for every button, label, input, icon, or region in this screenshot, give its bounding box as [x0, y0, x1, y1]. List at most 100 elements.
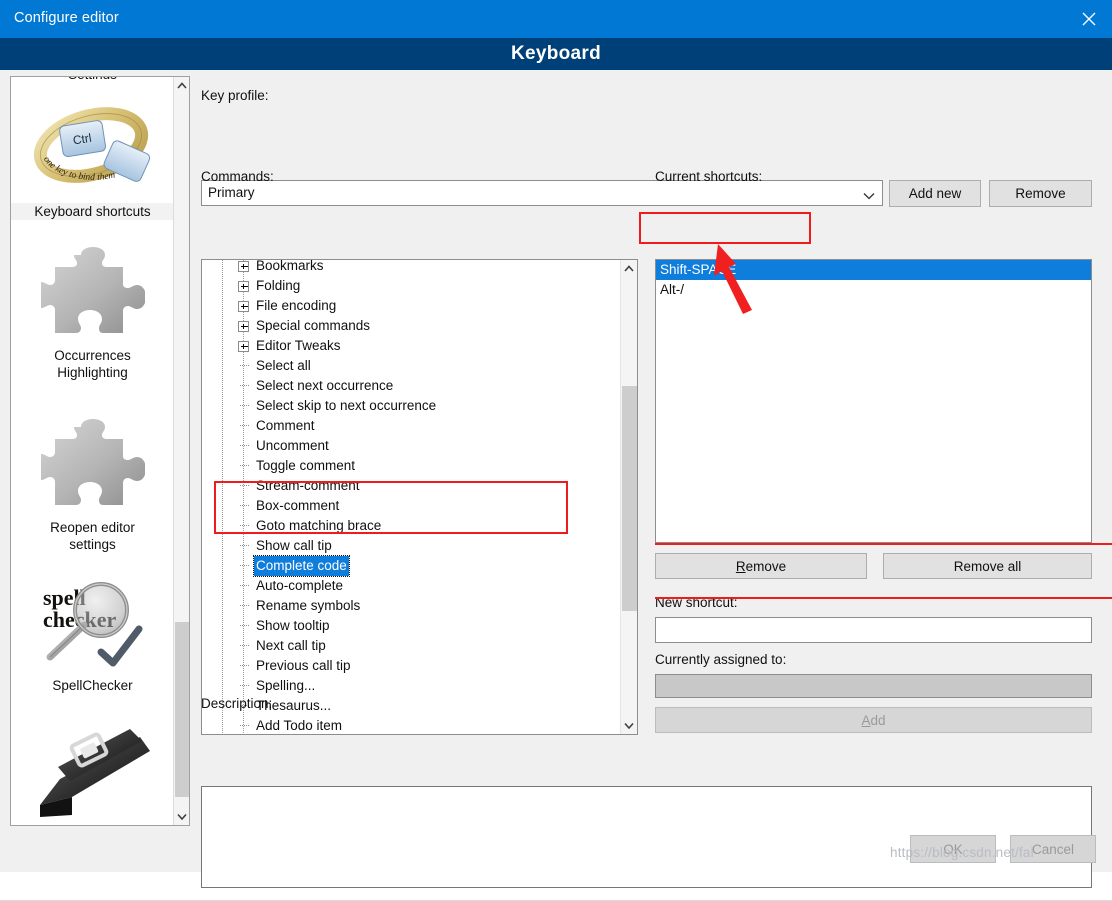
tree-item[interactable]: Select next occurrence	[202, 376, 622, 396]
tree-item-label: Spelling...	[256, 678, 316, 693]
commands-tree-scrollbar[interactable]	[620, 260, 637, 734]
ok-button[interactable]: OK	[910, 835, 996, 863]
tree-item[interactable]: Special commands	[202, 316, 622, 336]
sidebar-scrollbar[interactable]	[173, 77, 189, 825]
tree-item-label: Show call tip	[256, 538, 332, 553]
tree-item[interactable]: Select skip to next occurrence	[202, 396, 622, 416]
add-new-profile-button[interactable]: Add new	[889, 180, 981, 207]
tree-leaf-connector-icon	[240, 725, 250, 726]
key-profile-value: Primary	[208, 185, 255, 200]
tree-item[interactable]: Box-comment	[202, 496, 622, 516]
chevron-up-icon[interactable]	[174, 77, 189, 94]
tree-item-label: Uncomment	[256, 438, 329, 453]
close-icon[interactable]	[1066, 0, 1112, 38]
tree-item[interactable]: Spelling...	[202, 676, 622, 696]
chevron-down-glyph	[624, 722, 634, 729]
description-label: Description:	[201, 696, 273, 711]
expand-plus-icon[interactable]	[238, 341, 249, 352]
add-shortcut-button[interactable]: Add	[655, 707, 1092, 733]
chevron-up-glyph	[177, 82, 187, 89]
page-title: Keyboard	[510, 43, 602, 64]
tree-item-label: File encoding	[256, 298, 337, 313]
chevron-down-icon[interactable]	[621, 717, 637, 734]
tree-item[interactable]: Complete code	[202, 555, 622, 577]
tree-item-label: Special commands	[256, 318, 371, 333]
sidebar-item-spellchecker[interactable]: spell checker SpellChecker	[11, 577, 174, 694]
shortcut-list-item[interactable]: Alt-/	[656, 280, 1091, 300]
puzzle-piece-icon	[40, 419, 145, 505]
tree-item-label: Select next occurrence	[256, 378, 394, 393]
tree-item[interactable]: Folding	[202, 276, 622, 296]
remove-mnemonic: R	[735, 558, 746, 574]
sidebar-item-keyboard-shortcuts[interactable]: Ctrl one key to bind them Keyboard short…	[11, 93, 174, 220]
tree-item[interactable]: Comment	[202, 416, 622, 436]
tree-item[interactable]: File encoding	[202, 296, 622, 316]
tree-leaf-connector-icon	[240, 425, 250, 426]
cancel-button[interactable]: Cancel	[1010, 835, 1096, 863]
tree-item[interactable]: Toggle comment	[202, 456, 622, 476]
expand-plus-icon[interactable]	[238, 281, 249, 292]
keyboard-ring-icon: Ctrl one key to bind them	[28, 93, 158, 203]
sidebar-item-stapler[interactable]	[11, 727, 174, 823]
add-rest: dd	[870, 712, 886, 728]
sidebar-item-reopen-editor-settings[interactable]: Reopen editor settings	[11, 419, 174, 553]
sidebar-item-label: Keyboard shortcuts	[11, 203, 174, 220]
page-header-bar: Keyboard	[0, 38, 1112, 70]
tree-leaf-connector-icon	[240, 465, 250, 466]
tree-item[interactable]: Add Todo item	[202, 716, 622, 734]
tree-leaf-connector-icon	[240, 445, 250, 446]
tree-item[interactable]: Editor Tweaks	[202, 336, 622, 356]
remove-profile-button[interactable]: Remove	[989, 180, 1092, 207]
add-mnemonic: A	[861, 712, 871, 728]
shortcut-list-item[interactable]: Shift-SPACE	[656, 260, 1091, 280]
expand-plus-icon[interactable]	[238, 261, 249, 272]
commands-tree-items: Bookmarks Folding File encoding Special com…	[202, 259, 622, 734]
tree-item-label: Select all	[256, 358, 311, 373]
tree-item[interactable]: Uncomment	[202, 436, 622, 456]
scrollbar-thumb[interactable]	[622, 386, 637, 611]
current-shortcuts-list[interactable]: Shift-SPACE Alt-/	[655, 259, 1092, 543]
chevron-down-icon[interactable]	[863, 188, 875, 203]
tree-item-label: Goto matching brace	[256, 518, 382, 533]
key-profile-select[interactable]: Primary	[201, 180, 883, 206]
tree-item-label: Bookmarks	[256, 259, 324, 273]
remove-rest: emove	[745, 558, 787, 574]
commands-label: Commands:	[201, 169, 274, 184]
chevron-down-icon[interactable]	[174, 808, 189, 825]
tree-leaf-connector-icon	[240, 525, 250, 526]
commands-tree[interactable]: Bookmarks Folding File encoding Special com…	[201, 259, 638, 735]
tree-item[interactable]: Goto matching brace	[202, 516, 622, 536]
settings-sidebar[interactable]: Settings	[10, 76, 190, 826]
new-shortcut-input[interactable]	[655, 617, 1092, 643]
scrollbar-thumb[interactable]	[175, 622, 189, 797]
tree-item[interactable]: Show tooltip	[202, 616, 622, 636]
tree-item-label: Select skip to next occurrence	[256, 398, 437, 413]
tree-item[interactable]: Bookmarks	[202, 259, 622, 276]
expand-plus-icon[interactable]	[238, 321, 249, 332]
tree-leaf-connector-icon	[240, 625, 250, 626]
tree-item[interactable]: Rename symbols	[202, 596, 622, 616]
currently-assigned-field	[655, 674, 1092, 698]
tree-item-label: Comment	[256, 418, 315, 433]
tree-item[interactable]: Stream-comment	[202, 476, 622, 496]
tree-item[interactable]: Auto-complete	[202, 576, 622, 596]
sidebar-item-label: Occurrences Highlighting	[54, 348, 131, 380]
tree-leaf-connector-icon	[240, 605, 250, 606]
tree-item[interactable]: Show call tip	[202, 536, 622, 556]
sidebar-item-occurrences-highlighting[interactable]: Occurrences Highlighting	[11, 247, 174, 381]
tree-item-label: Toggle comment	[256, 458, 356, 473]
remove-shortcut-button[interactable]: Remove	[655, 553, 867, 579]
window-title-bar: Configure editor	[0, 0, 1112, 38]
tree-item[interactable]: Select all	[202, 356, 622, 376]
chevron-down-glyph	[177, 813, 187, 820]
sidebar-clipped-label: Settings	[11, 77, 174, 79]
tree-item[interactable]: Previous call tip	[202, 656, 622, 676]
tree-leaf-connector-icon	[240, 565, 250, 566]
tree-leaf-connector-icon	[240, 545, 250, 546]
tree-item[interactable]: Next call tip	[202, 636, 622, 656]
expand-plus-icon[interactable]	[238, 301, 249, 312]
tree-item-label: Show tooltip	[256, 618, 330, 633]
remove-all-shortcuts-button[interactable]: Remove all	[883, 553, 1092, 579]
tree-item-label: Complete code	[253, 555, 350, 577]
chevron-up-icon[interactable]	[621, 260, 637, 277]
